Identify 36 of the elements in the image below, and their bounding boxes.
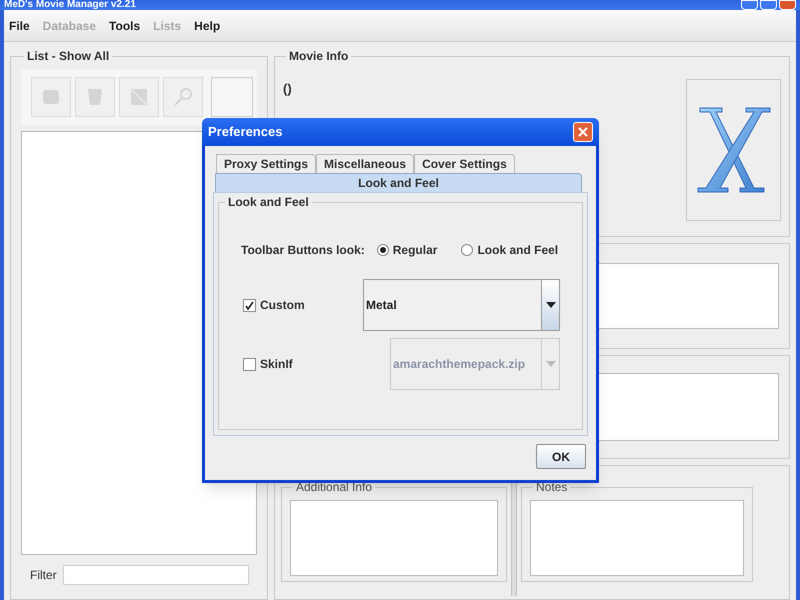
ok-button[interactable]: OK xyxy=(536,444,586,469)
menu-item[interactable]: Tools xyxy=(109,16,140,34)
tab[interactable]: Proxy Settings xyxy=(216,154,316,173)
panel-title: List - Show All xyxy=(26,48,110,65)
checkbox-box[interactable] xyxy=(243,298,256,312)
minimize-button[interactable] xyxy=(741,0,758,10)
radio-circle[interactable] xyxy=(376,244,389,256)
filter-field[interactable] xyxy=(62,565,249,585)
maximize-button[interactable] xyxy=(760,0,777,10)
radio-button[interactable]: Look and Feel xyxy=(461,241,558,259)
checkbox-box[interactable] xyxy=(243,358,256,370)
close-button[interactable] xyxy=(573,122,593,142)
panel-title: Movie Info xyxy=(288,48,350,65)
checkbox[interactable]: Custom xyxy=(239,296,363,314)
panel-title: Notes xyxy=(535,479,568,496)
tab[interactable]: Look and Feel xyxy=(215,173,582,192)
toolbar-look-label: Toolbar Buttons look: xyxy=(241,242,365,259)
panel-title: Additional Info xyxy=(295,479,374,496)
tab[interactable]: Miscellaneous xyxy=(316,154,414,173)
checkbox[interactable]: SkinIf xyxy=(239,355,363,373)
dialog-title: Preferences xyxy=(208,123,282,142)
radio-button[interactable]: Regular xyxy=(376,241,438,259)
text-area[interactable] xyxy=(530,500,744,576)
dropdown-arrow-icon xyxy=(546,361,556,367)
dropdown-arrow-icon xyxy=(546,302,556,308)
close-icon xyxy=(578,127,588,137)
tab[interactable]: Cover Settings xyxy=(414,154,515,173)
dropdown[interactable]: Metal xyxy=(363,279,560,331)
filter-label: Filter xyxy=(30,567,57,584)
menu-item[interactable]: Help xyxy=(194,16,220,34)
empty-box xyxy=(211,77,253,117)
close-button[interactable] xyxy=(779,0,796,10)
group-title: Look and Feel xyxy=(227,194,310,211)
menu-item[interactable]: File xyxy=(9,16,30,34)
text-area[interactable] xyxy=(290,500,498,576)
window-title: MeD's Movie Manager v2.21 xyxy=(4,0,136,10)
